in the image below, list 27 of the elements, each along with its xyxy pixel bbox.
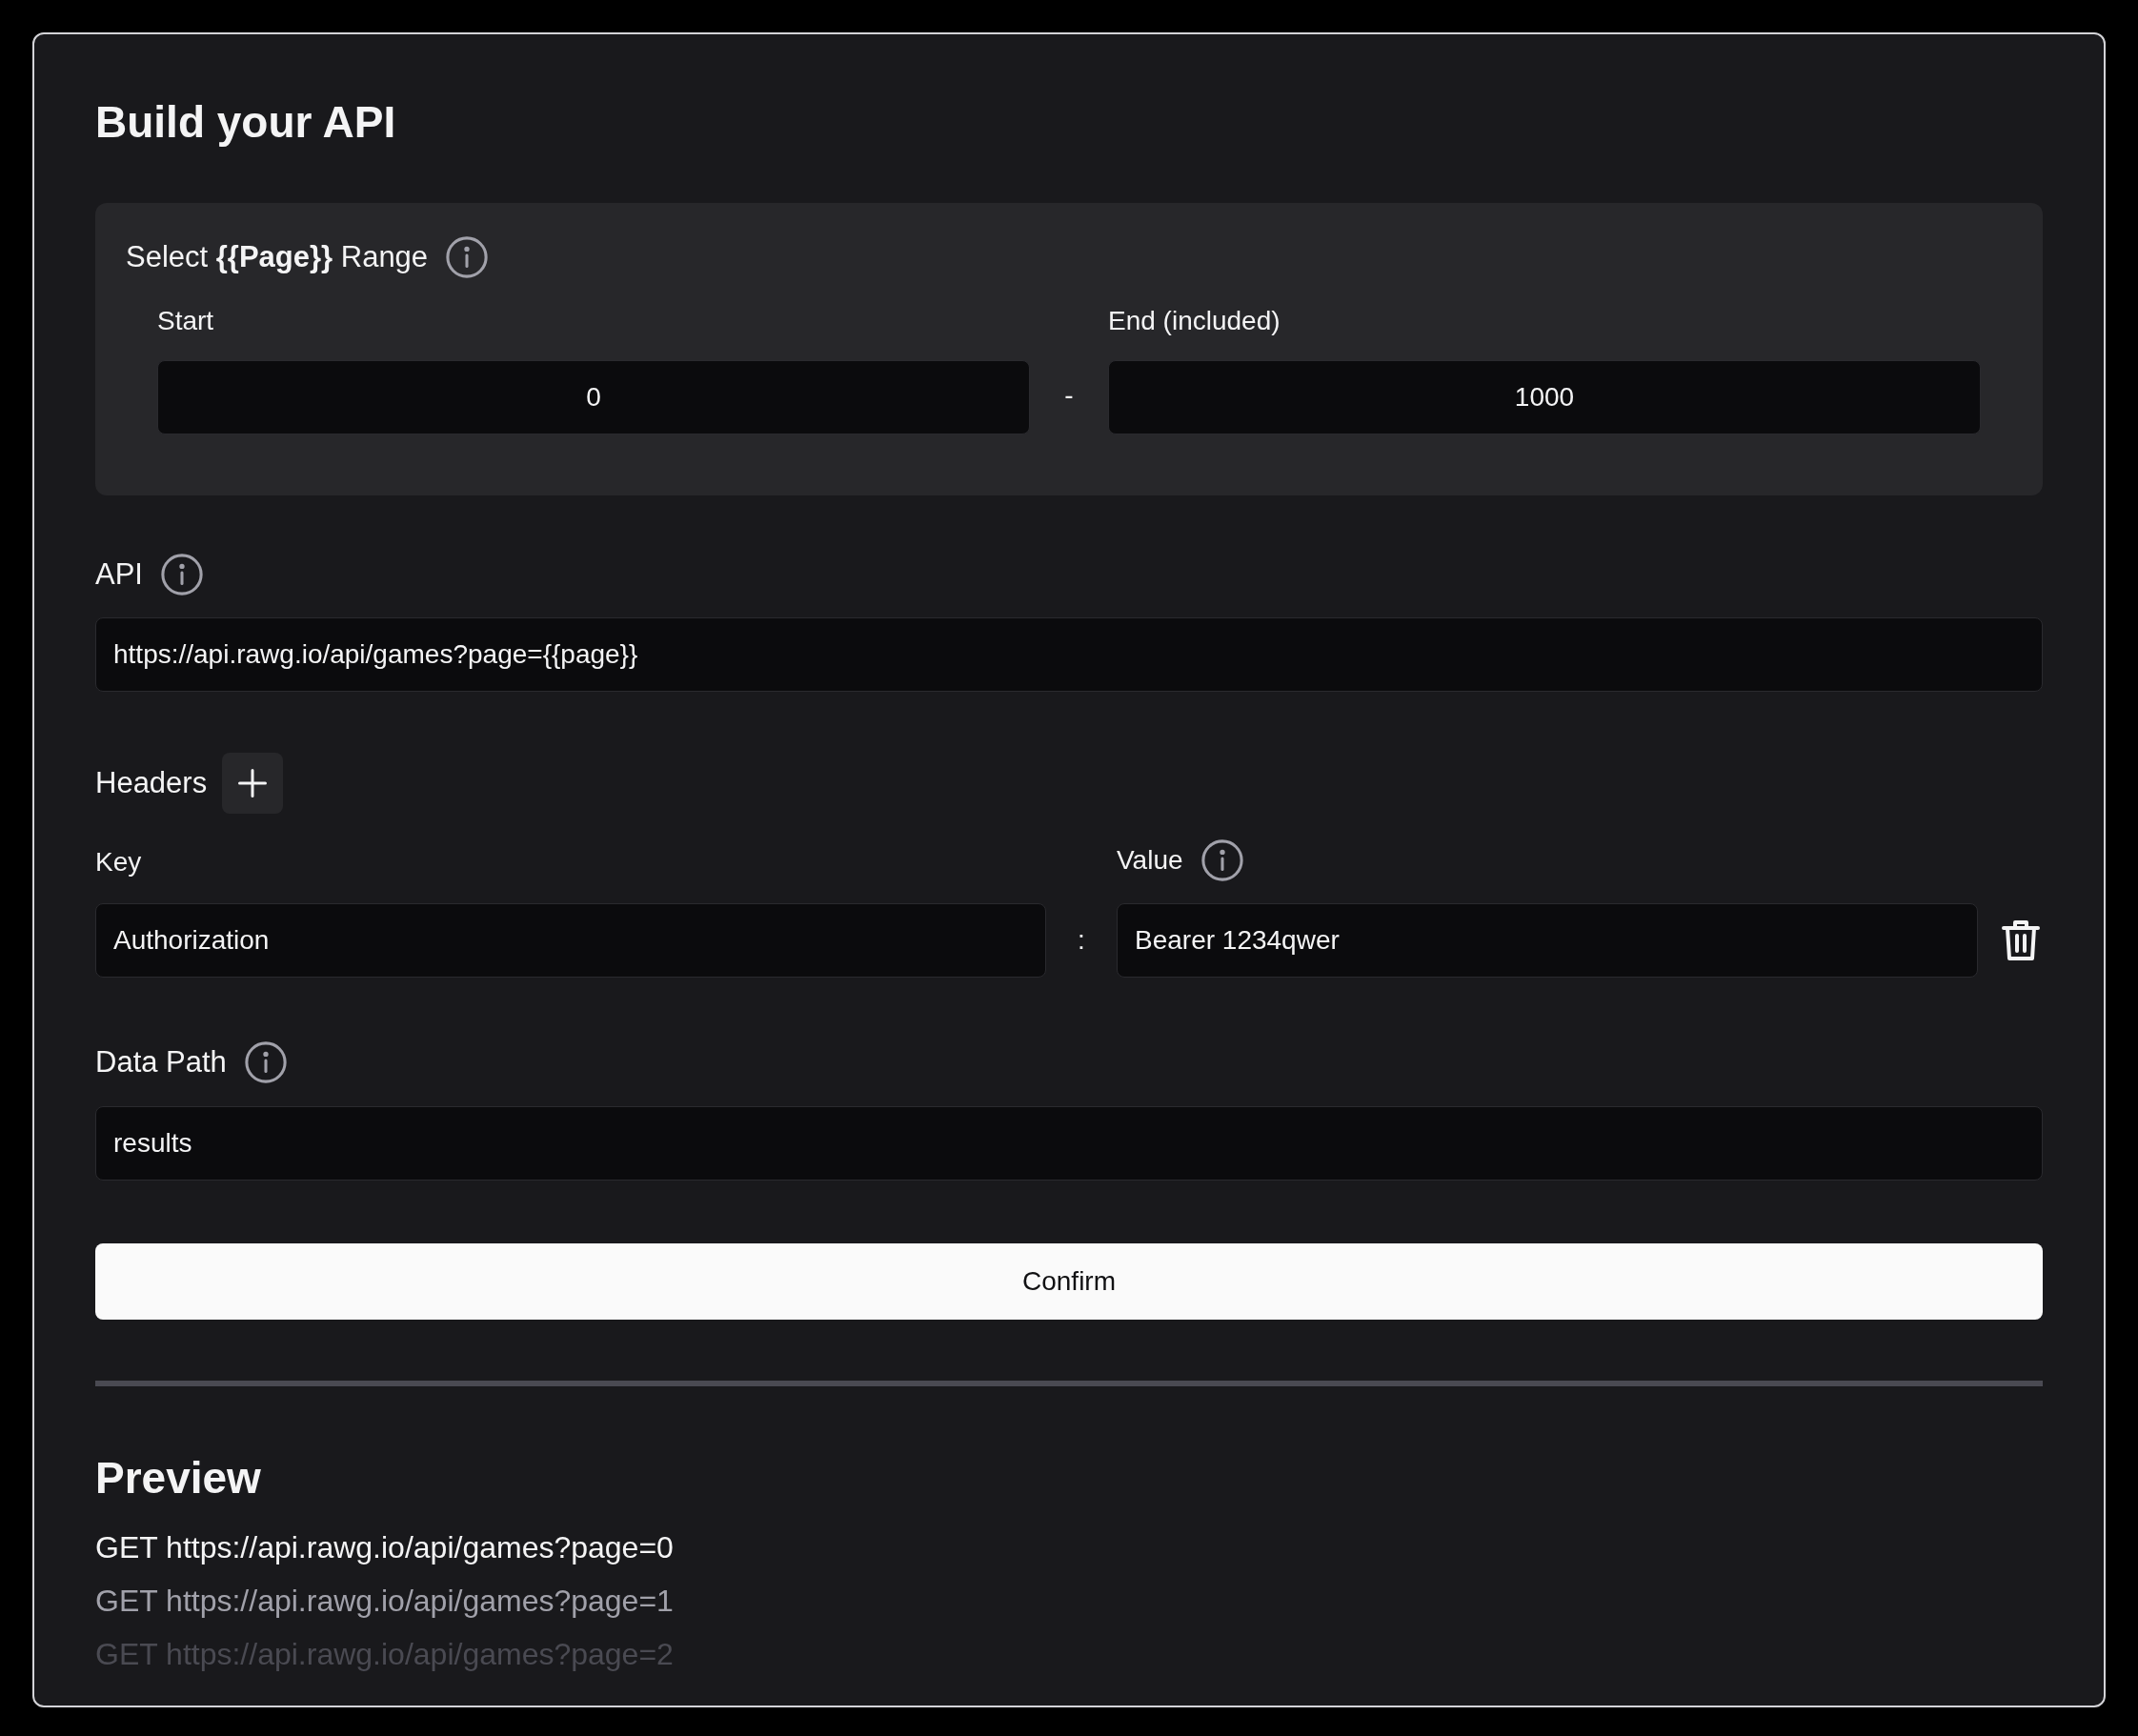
preview-line: GET https://api.rawg.io/api/games?page=1 (95, 1582, 675, 1620)
end-field[interactable]: 1000 (1108, 359, 1981, 434)
key-field[interactable]: Authorization (95, 903, 1046, 978)
range-separator: - (1063, 378, 1075, 412)
end-label: End (included) (1108, 304, 1281, 337)
key-value-separator: : (1077, 924, 1086, 957)
key-label: Key (95, 846, 143, 878)
info-icon[interactable] (243, 1040, 288, 1085)
info-icon[interactable] (1200, 838, 1244, 882)
info-icon[interactable] (445, 235, 490, 280)
page-title: Build your API (95, 96, 397, 149)
start-field[interactable]: 0 (157, 359, 1030, 434)
value-field[interactable]: Bearer 1234qwer (1117, 903, 1978, 978)
api-field[interactable]: https://api.rawg.io/api/games?page={{page}} (95, 617, 2043, 692)
trash-icon (2002, 918, 2040, 962)
preview-title: Preview (95, 1451, 262, 1504)
start-label: Start (157, 304, 215, 337)
value-label: Value (1117, 844, 1183, 877)
data-path-field[interactable]: results (95, 1105, 2043, 1181)
confirm-button[interactable]: Confirm (95, 1242, 2043, 1320)
range-label: Select {{Page}} Range (126, 239, 429, 275)
headers-label: Headers (95, 764, 208, 801)
preview-line: GET https://api.rawg.io/api/games?page=0 (95, 1528, 675, 1566)
api-label: API (95, 555, 143, 593)
info-icon[interactable] (159, 552, 204, 596)
add-header-button[interactable] (222, 753, 284, 814)
data-path-label: Data Path (95, 1044, 227, 1080)
